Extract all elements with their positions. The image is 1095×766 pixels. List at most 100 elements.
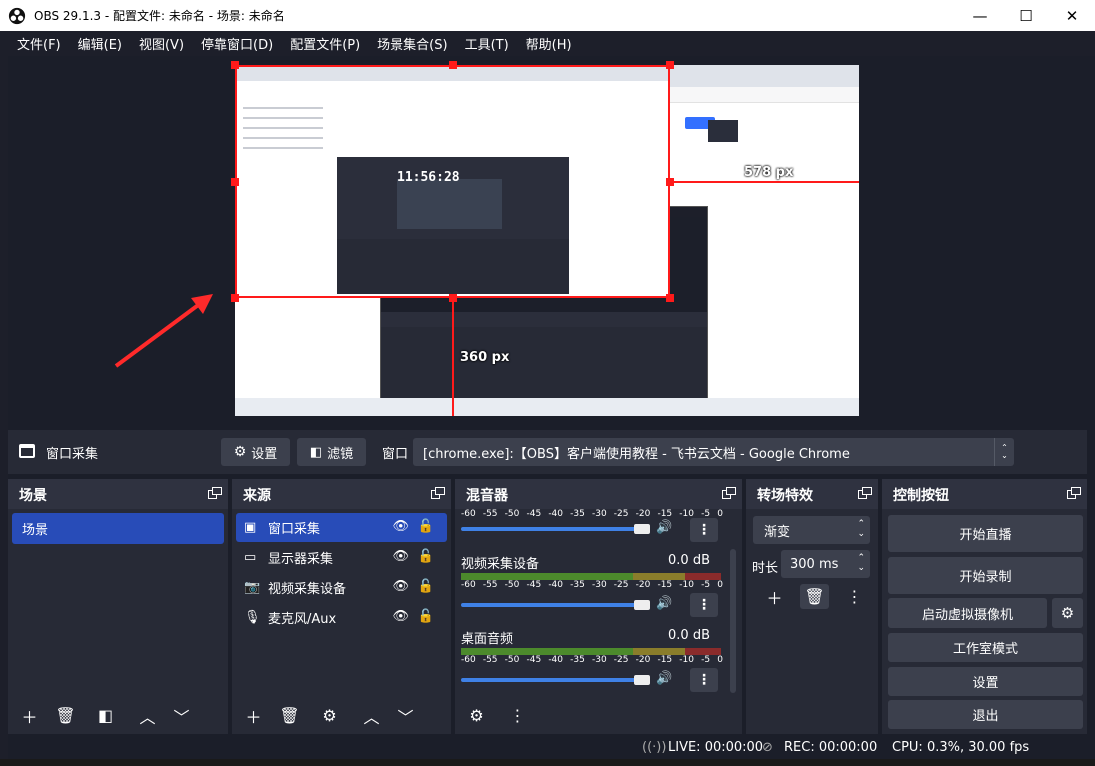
float-dock-icon[interactable] [431, 487, 445, 499]
eye-icon[interactable]: 👁 [392, 579, 409, 594]
float-dock-icon[interactable] [722, 487, 736, 499]
microphone-icon: 🎙 [244, 610, 261, 625]
float-dock-icon[interactable] [1067, 487, 1081, 499]
start-virtual-camera-button[interactable]: 启动虚拟摄像机 [888, 598, 1047, 628]
remove-transition-button[interactable]: 🗑 [800, 584, 829, 609]
cpu-fps: CPU: 0.3%, 30.00 fps [892, 740, 1030, 755]
transitions-dock: 转场特效 渐变 ⌃ ⌄ 时长 300 ms ⌃ ⌄ ＋ 🗑 ⋮ [746, 479, 878, 734]
annotation-arrow-icon [114, 294, 213, 368]
volume-fader-partial[interactable] [461, 527, 639, 531]
remove-source-button[interactable]: 🗑 [275, 703, 304, 728]
live-signal-icon: ((·)) [642, 740, 667, 755]
source-item-video-capture[interactable]: 📷 视频采集设备 👁 🔓 [236, 573, 447, 602]
mixer-channel-menu-button[interactable]: ⋮ [690, 593, 718, 617]
eye-icon[interactable]: 👁 [392, 549, 409, 564]
menu-help[interactable]: 帮助(H) [526, 34, 572, 53]
menu-file[interactable]: 文件(F) [17, 34, 61, 53]
settings-button[interactable]: 设置 [888, 667, 1083, 696]
start-recording-button[interactable]: 开始录制 [888, 557, 1083, 594]
resize-handle-left[interactable] [231, 178, 239, 186]
menu-docks[interactable]: 停靠窗口(D) [201, 34, 273, 53]
preview-area[interactable]: 11:56:28 578 px 360 px [8, 56, 1087, 428]
resize-handle-top[interactable] [449, 61, 457, 69]
resize-handle-bottom-right[interactable] [666, 294, 674, 302]
add-source-button[interactable]: ＋ [239, 703, 268, 728]
float-dock-icon[interactable] [858, 487, 872, 499]
move-scene-up-button[interactable]: ︿ [133, 703, 162, 728]
controls-dock-title: 控制按钮 [893, 488, 949, 504]
audio-meter [461, 573, 721, 580]
more-vertical-icon: ⋮ [509, 706, 526, 725]
volume-fader[interactable] [461, 603, 639, 607]
window-capture-icon [19, 444, 35, 458]
select-updown-icon: ⌃ ⌄ [857, 519, 865, 539]
remove-scene-button[interactable]: 🗑 [51, 703, 80, 728]
move-scene-down-button[interactable]: ﹀ [167, 703, 196, 728]
filter-icon: ◧ [97, 706, 114, 725]
advanced-audio-button[interactable]: ⚙ [462, 703, 491, 728]
source-settings-button[interactable]: ⚙ 设置 [221, 438, 290, 466]
window-select[interactable]: [chrome.exe]:【OBS】客户端使用教程 - 飞书云文档 - Goog… [413, 438, 1014, 466]
virtual-camera-settings-button[interactable]: ⚙ [1052, 598, 1083, 628]
sources-dock-title: 来源 [243, 488, 271, 504]
resize-handle-top-right[interactable] [666, 61, 674, 69]
menu-profile[interactable]: 配置文件(P) [290, 34, 360, 53]
transition-select[interactable]: 渐变 ⌃ ⌄ [753, 516, 870, 544]
lock-icon[interactable]: 🔓 [418, 519, 434, 534]
transition-menu-button[interactable]: ⋮ [840, 584, 869, 609]
menu-tools[interactable]: 工具(T) [465, 34, 509, 53]
maximize-button[interactable]: ☐ [1003, 0, 1049, 31]
add-scene-button[interactable]: ＋ [15, 703, 44, 728]
volume-fader-knob[interactable] [634, 524, 650, 534]
menu-view[interactable]: 视图(V) [139, 34, 184, 53]
minimize-button[interactable]: — [957, 0, 1003, 31]
duration-spinbox[interactable]: 300 ms ⌃ ⌄ [781, 550, 870, 578]
meter-ticks: -60 -55 -50 -45 -40 -35 -30 -25 -20 -15 -10 -5 0 [461, 509, 723, 519]
speaker-icon[interactable]: 🔊 [656, 671, 672, 686]
source-item-display-capture[interactable]: ▭ 显示器采集 👁 🔓 [236, 543, 447, 572]
float-dock-icon[interactable] [208, 487, 222, 499]
status-bar: ((·)) LIVE: 00:00:00 ⊘ REC: 00:00:00 CPU… [8, 737, 1087, 759]
channel-db: 0.0 dB [668, 628, 710, 643]
source-item-microphone[interactable]: 🎙 麦克风/Aux 👁 🔓 [236, 603, 447, 632]
source-filters-button[interactable]: ◧ 滤镜 [297, 438, 366, 466]
source-item-window-capture[interactable]: ▣ 窗口采集 👁 🔓 [236, 513, 447, 542]
volume-fader-knob[interactable] [634, 600, 650, 610]
distance-guide-right [672, 181, 859, 183]
menu-scene-collection[interactable]: 场景集合(S) [377, 34, 447, 53]
add-transition-button[interactable]: ＋ [760, 584, 789, 609]
resize-handle-top-left[interactable] [231, 61, 239, 69]
selected-source-bounds[interactable]: 11:56:28 [235, 65, 670, 298]
source-properties-button[interactable]: ⚙ [315, 703, 344, 728]
audio-meter [461, 648, 721, 655]
lock-icon[interactable]: 🔓 [418, 609, 434, 624]
mixer-channel-menu-button[interactable]: ⋮ [690, 668, 718, 692]
studio-mode-button[interactable]: 工作室模式 [888, 633, 1083, 662]
scene-list-item[interactable]: 场景 [12, 513, 224, 544]
scene-filters-button[interactable]: ◧ [91, 703, 120, 728]
start-streaming-button[interactable]: 开始直播 [888, 515, 1083, 552]
eye-icon[interactable]: 👁 [392, 519, 409, 534]
close-button[interactable]: ✕ [1049, 0, 1095, 31]
exit-button[interactable]: 退出 [888, 700, 1083, 729]
resize-handle-bottom-left[interactable] [231, 294, 239, 302]
mixer-dock: 混音器 -60 -55 -50 -45 -40 -35 -30 -25 -20 -15 -10 -5 0… [455, 479, 742, 734]
move-source-up-button[interactable]: ︿ [357, 703, 386, 728]
eye-icon[interactable]: 👁 [392, 609, 409, 624]
mixer-menu-button[interactable]: ⋮ [503, 703, 532, 728]
scenes-dock: 场景 场景 ＋ 🗑 ◧ ︿ ﹀ [8, 479, 228, 734]
window-title: OBS 29.1.3 - 配置文件: 未命名 - 场景: 未命名 [34, 9, 285, 23]
volume-fader-knob[interactable] [634, 675, 650, 685]
move-source-down-button[interactable]: ﹀ [391, 703, 420, 728]
lock-icon[interactable]: 🔓 [418, 549, 434, 564]
meter-ticks: -60 -55 -50 -45 -40 -35 -30 -25 -20 -15 -10 -5 0 [461, 655, 723, 665]
speaker-icon[interactable]: 🔊 [656, 596, 672, 611]
lock-icon[interactable]: 🔓 [418, 579, 434, 594]
volume-fader[interactable] [461, 678, 639, 682]
mixer-scrollbar[interactable] [730, 549, 736, 693]
speaker-icon[interactable]: 🔊 [656, 520, 672, 535]
distance-label-right: 578 px [744, 165, 794, 180]
menu-bar: 文件(F) 编辑(E) 视图(V) 停靠窗口(D) 配置文件(P) 场景集合(S… [0, 31, 1095, 56]
mixer-channel-menu-button[interactable]: ⋮ [690, 518, 718, 542]
menu-edit[interactable]: 编辑(E) [78, 34, 122, 53]
